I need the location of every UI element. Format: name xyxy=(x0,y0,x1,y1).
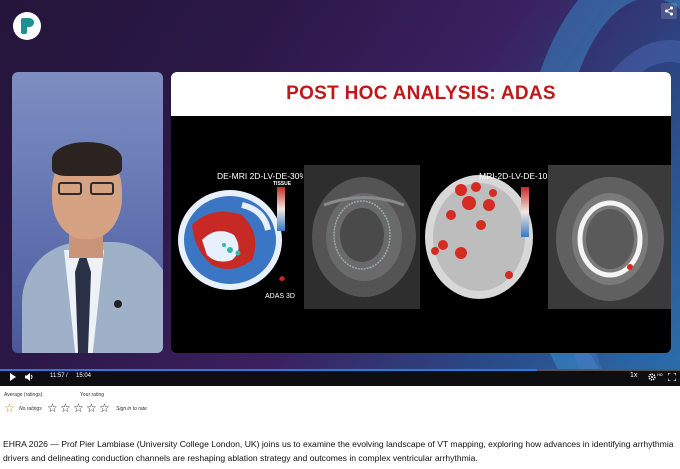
video-description: EHRA 2026 — Prof Pier Lambiase (Universi… xyxy=(3,439,674,463)
progress-fill xyxy=(0,369,538,371)
speaker-video xyxy=(12,72,163,353)
progress-track[interactable] xyxy=(0,369,680,371)
no-ratings-text: No ratings xyxy=(19,406,42,412)
panel-label: DE-MRI 2D-LV-DE-30% xyxy=(217,171,303,181)
average-rating-label: Average (ratings): xyxy=(4,392,44,398)
video-player[interactable]: POST HOC ANALYSIS: ADAS DE-MRI 2D-LV-DE-… xyxy=(0,0,680,386)
current-time: 11:57 xyxy=(50,373,65,379)
play-icon[interactable] xyxy=(9,373,17,381)
brand-logo xyxy=(13,12,41,40)
mri-ring-panel xyxy=(548,165,671,309)
your-rating-label: Your rating xyxy=(80,392,104,398)
fullscreen-icon[interactable] xyxy=(668,373,676,381)
playback-speed[interactable]: 1x xyxy=(630,372,637,379)
rate-star-1-icon[interactable]: ☆ xyxy=(47,402,58,414)
volume-icon[interactable] xyxy=(25,373,34,381)
rating-area: Average (ratings): Your rating ☆ No rati… xyxy=(0,390,680,418)
mri-scan-panel xyxy=(304,165,420,309)
slide-title: POST HOC ANALYSIS: ADAS xyxy=(286,83,556,104)
adas-brand-label: ADAS 3D xyxy=(265,293,295,300)
share-icon[interactable] xyxy=(661,3,677,19)
heart-map-panel: DE-MRI 2D-LV-DE-30% TISSUE ADAS 3D xyxy=(172,165,303,309)
player-controls: 11:57 / 15:04 1x HD xyxy=(0,369,680,386)
sign-in-to-rate-link[interactable]: Sign in to rate xyxy=(116,406,147,412)
rate-star-5-icon[interactable]: ☆ xyxy=(99,402,110,414)
time-separator: / xyxy=(66,373,68,379)
rate-star-3-icon[interactable]: ☆ xyxy=(73,402,84,414)
panel-label: MRI-2D-LV-DE-10% xyxy=(479,171,547,181)
presentation-slide: POST HOC ANALYSIS: ADAS DE-MRI 2D-LV-DE-… xyxy=(171,72,671,353)
duration: 15:04 xyxy=(76,373,92,379)
channel-map-panel: MRI-2D-LV-DE-10% xyxy=(421,165,547,309)
tissue-label: TISSUE xyxy=(273,181,292,187)
settings-gear-icon[interactable] xyxy=(648,373,656,381)
lapel-microphone xyxy=(114,300,122,308)
rate-star-2-icon[interactable]: ☆ xyxy=(60,402,71,414)
rate-star-4-icon[interactable]: ☆ xyxy=(86,402,97,414)
average-star-icon: ☆ xyxy=(4,401,15,415)
quality-badge: HD xyxy=(657,372,663,377)
